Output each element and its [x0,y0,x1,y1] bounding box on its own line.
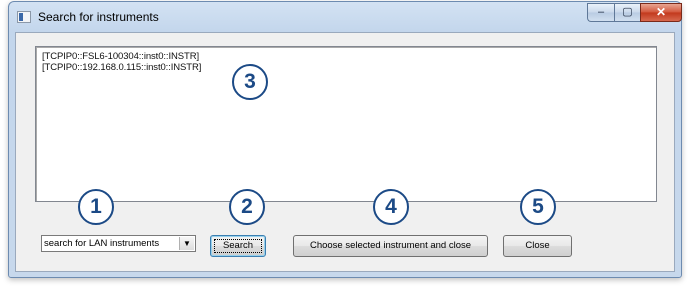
minimize-button[interactable]: – [587,3,614,22]
close-window-button[interactable]: ✕ [640,3,682,22]
search-button[interactable]: Search [210,235,266,257]
maximize-button[interactable]: ▢ [614,3,640,22]
callout-2-badge: 2 [229,189,265,225]
search-type-dropdown[interactable]: search for LAN instruments ▼ [41,235,196,252]
app-window-icon [17,11,31,23]
callout-1-badge: 1 [78,189,114,225]
window-title: Search for instruments [38,10,159,24]
callout-4-badge: 4 [373,189,409,225]
list-item[interactable]: [TCPIP0::FSL6-100304::inst0::INSTR] [36,51,656,62]
instrument-list[interactable]: [TCPIP0::FSL6-100304::inst0::INSTR] [TCP… [35,46,657,202]
choose-instrument-and-close-button[interactable]: Choose selected instrument and close [293,235,488,257]
list-item[interactable]: [TCPIP0::192.168.0.115::inst0::INSTR] [36,62,656,73]
dropdown-arrow-icon[interactable]: ▼ [179,237,194,250]
callout-3-badge: 3 [232,64,268,100]
search-type-value: search for LAN instruments [44,238,160,249]
close-button[interactable]: Close [503,235,572,257]
title-bar[interactable]: Search for instruments – ▢ ✕ [9,2,682,32]
callout-5-badge: 5 [520,189,556,225]
